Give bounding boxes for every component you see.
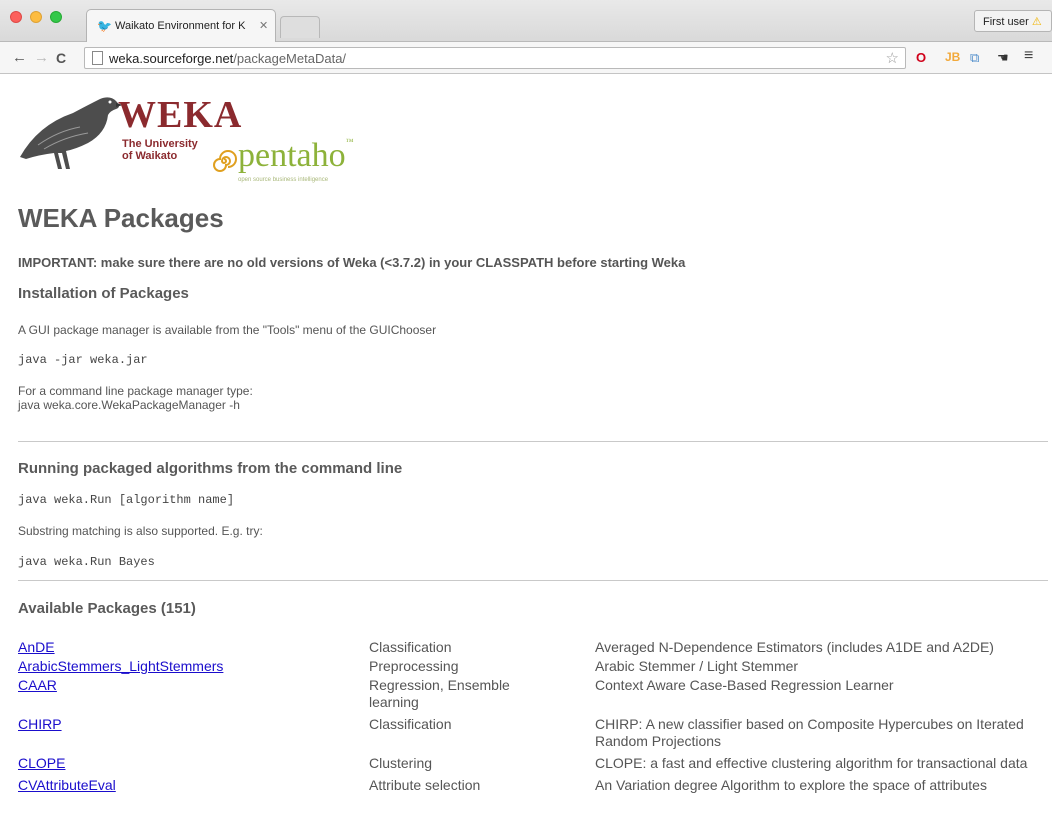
- table-row: CHIRP Classification CHIRP: A new classi…: [18, 712, 1048, 751]
- package-category: Preprocessing: [369, 658, 459, 674]
- pentaho-tagline: open source business intelligence: [238, 177, 329, 183]
- available-packages-heading: Available Packages (151): [18, 600, 196, 617]
- url-host: weka.sourceforge.net: [109, 51, 234, 66]
- package-description: CLOPE: a fast and effective clustering a…: [595, 755, 1028, 771]
- warning-icon: ⚠: [1031, 16, 1042, 28]
- package-category: Regression, Ensemble learning: [369, 677, 510, 710]
- profile-button[interactable]: First user ⚠: [974, 10, 1052, 32]
- packages-table: AnDE Classification Averaged N-Dependenc…: [18, 638, 1048, 795]
- installation-text: A GUI package manager is available from …: [18, 323, 437, 337]
- weka-bird-logo-icon: [20, 97, 123, 169]
- running-code: java weka.Run [algorithm name]: [18, 493, 235, 507]
- divider-1: [18, 441, 1048, 442]
- reload-icon[interactable]: C: [56, 50, 66, 66]
- package-description: Arabic Stemmer / Light Stemmer: [595, 658, 799, 674]
- university-line-1: The University: [122, 138, 198, 150]
- tab-title: Waikato Environment for K: [115, 20, 246, 32]
- installation-heading: Installation of Packages: [18, 285, 189, 302]
- weka-bird-favicon-icon: 🐦: [97, 19, 112, 33]
- package-description: Context Aware Case-Based Regression Lear…: [595, 677, 894, 693]
- important-notice: IMPORTANT: make sure there are no old ve…: [18, 255, 686, 270]
- divider-2: [18, 580, 1048, 581]
- package-link[interactable]: ArabicStemmers_LightStemmers: [18, 658, 223, 674]
- browser-toolbar: ← → C weka.sourceforge.net/packageMetaDa…: [0, 42, 1052, 74]
- browser-tab[interactable]: 🐦 Waikato Environment for K ✕: [86, 9, 276, 43]
- package-link[interactable]: AnDE: [18, 639, 55, 655]
- url-text[interactable]: weka.sourceforge.net/packageMetaData/: [109, 51, 346, 66]
- weka-logo-text: WEKA: [118, 94, 243, 136]
- package-category: Classification: [369, 639, 452, 655]
- opera-extension-icon[interactable]: O: [916, 50, 926, 65]
- package-category: Attribute selection: [369, 777, 481, 793]
- close-window-button[interactable]: [10, 11, 22, 23]
- menu-icon[interactable]: ≡: [1024, 47, 1033, 65]
- package-category: Classification: [369, 716, 452, 732]
- package-description: Averaged N-Dependence Estimators (includ…: [595, 639, 994, 655]
- page-icon: [92, 51, 103, 65]
- page-title: WEKA Packages: [18, 203, 224, 233]
- package-link[interactable]: CLOPE: [18, 755, 65, 771]
- package-category: Clustering: [369, 755, 433, 771]
- pentaho-word: pentaho: [238, 137, 346, 174]
- substring-text: Substring matching is also supported. E.…: [18, 524, 263, 538]
- close-tab-icon[interactable]: ✕: [259, 19, 268, 32]
- back-arrow-icon[interactable]: ←: [12, 49, 27, 66]
- page-content: WEKA The University of Waikato pentaho™ …: [0, 75, 1052, 815]
- evernote-extension-icon[interactable]: ☚: [997, 50, 1009, 66]
- package-link[interactable]: CHIRP: [18, 716, 62, 732]
- pentaho-logo-text: pentaho™: [238, 137, 354, 174]
- profile-label: First user: [983, 16, 1029, 28]
- university-line-2: of Waikato: [122, 150, 178, 162]
- package-description: CHIRP: A new classifier based on Composi…: [595, 716, 1024, 749]
- university-text: The University of Waikato: [122, 138, 198, 162]
- package-link[interactable]: CAAR: [18, 677, 57, 693]
- table-row: CAAR Regression, Ensemble learning Conte…: [18, 676, 1048, 712]
- bookmark-star-icon[interactable]: ☆: [886, 49, 899, 67]
- bayes-code: java weka.Run Bayes: [18, 555, 155, 569]
- maximize-window-button[interactable]: [50, 11, 62, 23]
- browser-titlebar: 🐦 Waikato Environment for K ✕ First user…: [0, 0, 1052, 43]
- package-link[interactable]: CVAttributeEval: [18, 777, 116, 793]
- window-extension-icon[interactable]: ⧉: [970, 50, 979, 66]
- cmdline-text-1: For a command line package manager type:: [18, 384, 253, 398]
- address-bar[interactable]: weka.sourceforge.net/packageMetaData/ ☆: [84, 47, 906, 69]
- logo-area: WEKA The University of Waikato pentaho™ …: [18, 85, 398, 185]
- new-tab-button[interactable]: [280, 16, 320, 38]
- pentaho-spiral-icon: [213, 150, 237, 172]
- table-row: AnDE Classification Averaged N-Dependenc…: [18, 638, 1048, 657]
- table-row: CLOPE Clustering CLOPE: a fast and effec…: [18, 751, 1048, 773]
- install-code: java -jar weka.jar: [18, 353, 148, 367]
- url-path: /packageMetaData/: [233, 51, 347, 66]
- table-row: CVAttributeEval Attribute selection An V…: [18, 773, 1048, 795]
- table-row: ArabicStemmers_LightStemmers Preprocessi…: [18, 657, 1048, 676]
- minimize-window-button[interactable]: [30, 11, 42, 23]
- forward-arrow-icon[interactable]: →: [34, 49, 49, 66]
- running-heading: Running packaged algorithms from the com…: [18, 460, 403, 477]
- cmdline-text-2: java weka.core.WekaPackageManager -h: [18, 398, 240, 412]
- package-description: An Variation degree Algorithm to explore…: [595, 777, 987, 793]
- jb-extension-icon[interactable]: JB: [945, 50, 960, 64]
